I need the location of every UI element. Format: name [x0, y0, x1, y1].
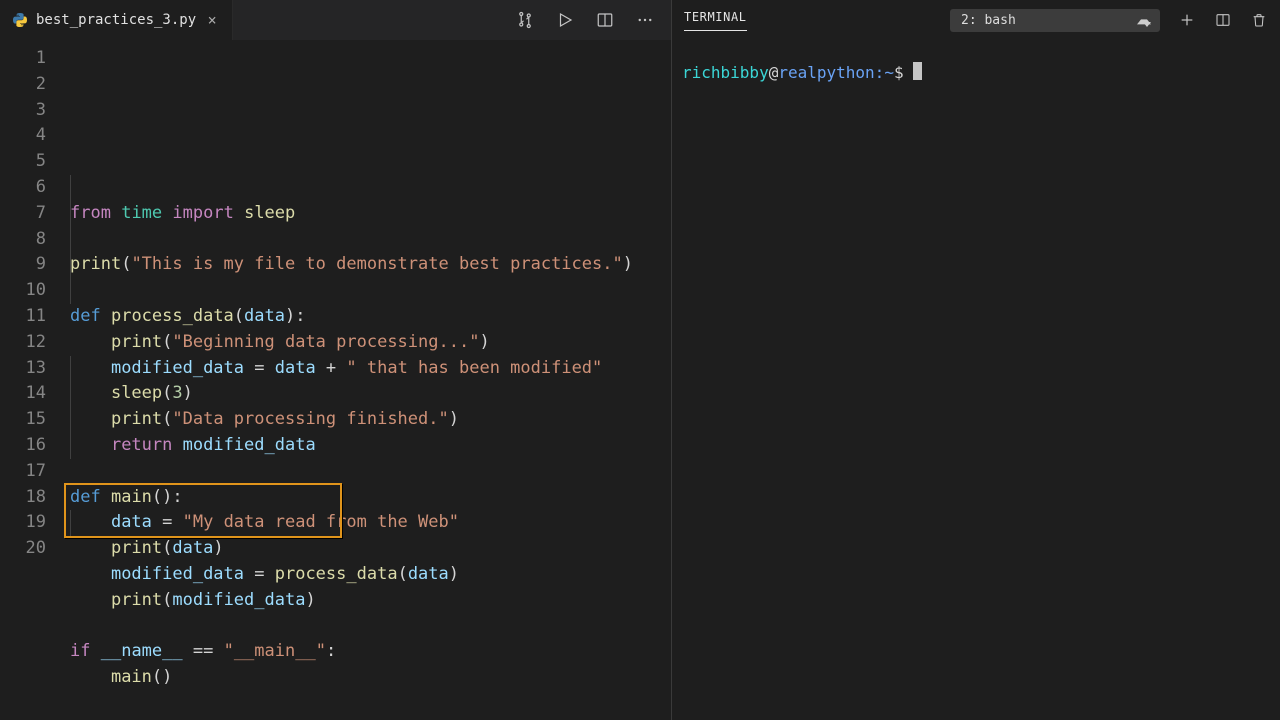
- code-line[interactable]: print("Data processing finished."): [70, 407, 671, 433]
- editor-actions: [515, 10, 663, 30]
- code-content[interactable]: from time import sleep print("This is my …: [70, 46, 671, 720]
- code-line[interactable]: [70, 691, 671, 717]
- code-line[interactable]: [70, 227, 671, 253]
- code-line[interactable]: [70, 278, 671, 304]
- line-number: 3: [0, 98, 46, 124]
- split-terminal-icon[interactable]: [1214, 11, 1232, 29]
- line-number: 17: [0, 459, 46, 485]
- line-number: 7: [0, 201, 46, 227]
- code-line[interactable]: modified_data = process_data(data): [70, 562, 671, 588]
- line-number: 16: [0, 433, 46, 459]
- line-number: 14: [0, 381, 46, 407]
- line-number: 11: [0, 304, 46, 330]
- line-number: 1: [0, 46, 46, 72]
- code-line[interactable]: sleep(3): [70, 381, 671, 407]
- code-line[interactable]: print("Beginning data processing..."): [70, 330, 671, 356]
- code-line[interactable]: print("This is my file to demonstrate be…: [70, 252, 671, 278]
- terminal-shell-select[interactable]: 2: bash: [950, 9, 1160, 32]
- tab-group: best_practices_3.py ×: [0, 0, 233, 40]
- code-line[interactable]: [70, 614, 671, 640]
- code-line[interactable]: modified_data = data + " that has been m…: [70, 356, 671, 382]
- split-editor-icon[interactable]: [595, 10, 615, 30]
- editor-pane: best_practices_3.py ×: [0, 0, 672, 720]
- line-number: 18: [0, 485, 46, 511]
- tab-filename: best_practices_3.py: [36, 12, 196, 28]
- python-icon: [12, 12, 28, 28]
- terminal-controls: 2: bash: [950, 9, 1268, 32]
- prompt-at: @: [769, 63, 779, 82]
- line-number: 20: [0, 536, 46, 562]
- terminal-body[interactable]: richbibby@realpython:~$: [672, 40, 1280, 720]
- line-number: 19: [0, 510, 46, 536]
- highlight-box: [64, 483, 342, 539]
- run-icon[interactable]: [555, 10, 575, 30]
- tab-bar: best_practices_3.py ×: [0, 0, 671, 40]
- code-line[interactable]: [70, 459, 671, 485]
- terminal-header: TERMINAL 2: bash: [672, 0, 1280, 40]
- terminal-pane: TERMINAL 2: bash richbibby@realpython:~$: [672, 0, 1280, 720]
- code-line[interactable]: print(data): [70, 536, 671, 562]
- code-line[interactable]: def process_data(data):: [70, 304, 671, 330]
- prompt-host: realpython: [778, 63, 874, 82]
- code-line[interactable]: print(modified_data): [70, 588, 671, 614]
- code-area[interactable]: 1234567891011121314151617181920 from tim…: [0, 40, 671, 720]
- line-number-gutter: 1234567891011121314151617181920: [0, 46, 70, 720]
- code-line[interactable]: from time import sleep: [70, 201, 671, 227]
- line-number: 9: [0, 252, 46, 278]
- more-actions-icon[interactable]: [635, 10, 655, 30]
- line-number: 12: [0, 330, 46, 356]
- prompt-sep: :: [875, 63, 885, 82]
- terminal-cursor: [913, 62, 922, 80]
- line-number: 6: [0, 175, 46, 201]
- code-line[interactable]: if __name__ == "__main__":: [70, 639, 671, 665]
- code-line[interactable]: return modified_data: [70, 433, 671, 459]
- prompt-user: richbibby: [682, 63, 769, 82]
- line-number: 15: [0, 407, 46, 433]
- prompt-sigil: $: [894, 63, 904, 82]
- line-number: 5: [0, 149, 46, 175]
- line-number: 8: [0, 227, 46, 253]
- tab-close-button[interactable]: ×: [204, 12, 220, 28]
- line-number: 10: [0, 278, 46, 304]
- file-tab[interactable]: best_practices_3.py ×: [0, 0, 233, 40]
- prompt-path: ~: [884, 63, 894, 82]
- terminal-tab[interactable]: TERMINAL: [684, 10, 747, 31]
- code-line[interactable]: main(): [70, 665, 671, 691]
- line-number: 2: [0, 72, 46, 98]
- compare-changes-icon[interactable]: [515, 10, 535, 30]
- terminal-tabs: TERMINAL: [684, 10, 747, 31]
- line-number: 4: [0, 123, 46, 149]
- line-number: 13: [0, 356, 46, 382]
- kill-terminal-icon[interactable]: [1250, 11, 1268, 29]
- app-root: best_practices_3.py ×: [0, 0, 1280, 720]
- indent-guide: [70, 356, 71, 459]
- indent-guide: [70, 175, 71, 304]
- new-terminal-icon[interactable]: [1178, 11, 1196, 29]
